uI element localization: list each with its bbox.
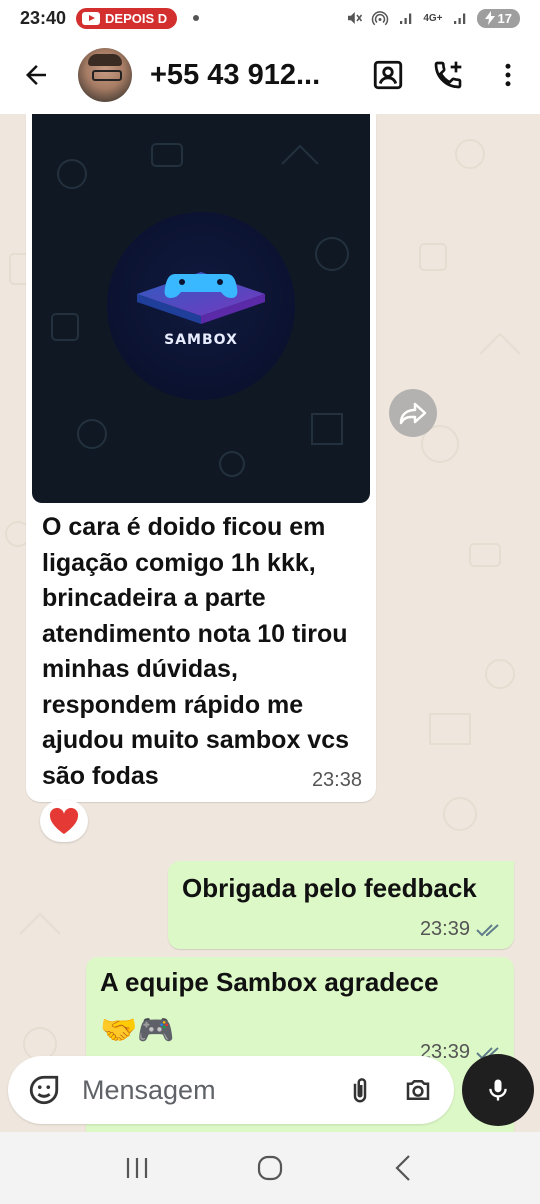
camera-button[interactable] <box>396 1068 440 1112</box>
voice-message-button[interactable] <box>462 1054 534 1126</box>
battery-indicator: 17 <box>476 8 520 28</box>
forward-button[interactable] <box>389 389 437 437</box>
status-time: 23:40 <box>20 7 67 28</box>
battery-level: 17 <box>497 10 512 26</box>
charging-icon <box>484 11 495 25</box>
paperclip-icon <box>353 1078 367 1103</box>
signal-icon <box>400 13 412 24</box>
header-actions <box>364 51 532 99</box>
network-type: 4G+ <box>423 12 443 24</box>
message-emojis: 🤝🎮 <box>100 1014 175 1047</box>
home-button[interactable] <box>240 1138 300 1198</box>
back-chevron-icon <box>395 1155 411 1181</box>
back-arrow-icon <box>26 65 46 85</box>
home-icon <box>257 1155 283 1181</box>
youtube-icon <box>82 11 101 25</box>
camera-icon <box>406 1080 430 1100</box>
back-button[interactable] <box>8 47 64 103</box>
message-input[interactable] <box>82 1074 322 1106</box>
signal-icon-2 <box>453 13 465 24</box>
hotspot-icon <box>372 11 389 26</box>
sticker-button[interactable] <box>22 1068 66 1112</box>
attach-button[interactable] <box>338 1068 382 1112</box>
youtube-notification-pill: DEPOIS D <box>76 7 178 29</box>
message-composer <box>8 1056 454 1124</box>
status-icons: 4G+ 17 <box>345 8 520 28</box>
message-image[interactable]: SAMBOX <box>32 114 370 503</box>
sambox-logo: SAMBOX <box>107 212 295 400</box>
gamepad-logo-icon <box>137 272 265 324</box>
add-call-button[interactable] <box>424 51 472 99</box>
notification-pill-label: DEPOIS D <box>105 10 168 26</box>
mute-icon <box>348 12 363 24</box>
message-reaction[interactable] <box>40 800 88 842</box>
contact-avatar[interactable] <box>78 48 132 102</box>
contact-name[interactable]: +55 43 912... <box>150 59 340 92</box>
add-call-icon <box>434 61 462 89</box>
logo-wordmark: SAMBOX <box>164 332 238 348</box>
status-bar: 23:40 DEPOIS D 4G+ 17 <box>0 0 540 36</box>
recent-apps-button[interactable] <box>107 1138 167 1198</box>
incoming-message-text: O cara é doido ficou em ligação comigo 1… <box>42 513 350 790</box>
outgoing-message-text: Obrigada pelo feedback <box>182 873 477 903</box>
chat-area[interactable]: SAMBOX O cara é doido ficou em ligação c… <box>0 114 540 1132</box>
read-receipt-icon <box>476 923 499 936</box>
microphone-icon <box>489 1079 507 1101</box>
chat-header: +55 43 912... <box>0 36 540 114</box>
outgoing-message-time: 23:39 <box>419 918 470 940</box>
incoming-message-time: 23:38 <box>311 769 362 791</box>
outgoing-message[interactable]: Obrigada pelo feedback 23:39 <box>168 861 514 949</box>
recent-apps-icon <box>126 1158 147 1178</box>
incoming-message[interactable]: SAMBOX O cara é doido ficou em ligação c… <box>26 114 376 802</box>
sticker-icon <box>29 1075 59 1105</box>
more-options-button[interactable] <box>484 51 532 99</box>
heart-icon <box>49 807 79 834</box>
outgoing-message-meta: 23:39 <box>420 918 502 941</box>
contact-card-icon <box>373 60 403 90</box>
more-vert-icon <box>505 63 511 87</box>
back-nav-button[interactable] <box>373 1138 433 1198</box>
contact-card-button[interactable] <box>364 51 412 99</box>
system-navigation-bar <box>0 1132 540 1204</box>
outgoing-message-text: A equipe Sambox agradece <box>100 967 439 997</box>
notification-dot <box>193 15 200 21</box>
forward-icon <box>399 402 427 425</box>
